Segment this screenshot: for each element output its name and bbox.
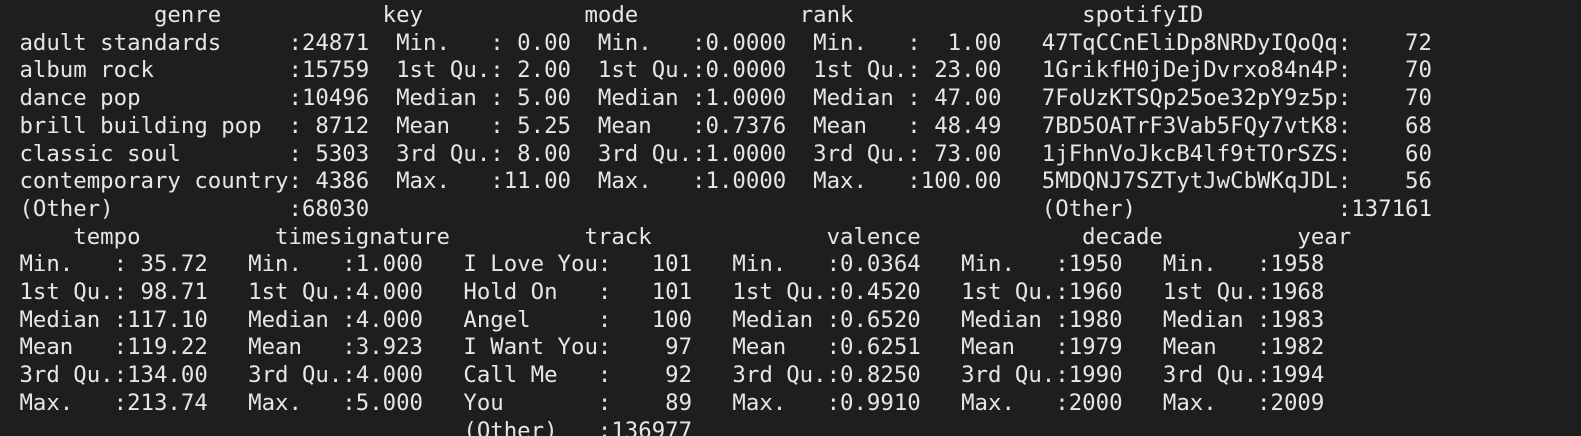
summary-row-median-2: Median :117.10 Median :4.000 Angel : 100… xyxy=(6,306,1352,333)
summary-header-line: genre key mode rank spotifyID xyxy=(6,2,1271,28)
summary-row-max: contemporary country: 4386 Max. :11.00 M… xyxy=(6,168,1459,195)
summary-row-3rd-qu: classic soul : 5303 3rd Qu.: 8.00 3rd Qu… xyxy=(6,140,1459,167)
summary-row-3rd-qu-2: 3rd Qu.:134.00 3rd Qu.:4.000 Call Me : 9… xyxy=(6,362,1352,389)
r-console-output[interactable]: genre key mode rank spotifyID adult stan… xyxy=(0,0,1581,436)
summary-row-mean-2: Mean :119.22 Mean :3.923 I Want You: 97 … xyxy=(6,334,1352,361)
summary-row-median: dance pop :10496 Median : 5.00 Median :1… xyxy=(6,85,1459,112)
summary-row-other: (Other) :68030 (Other) :137161 xyxy=(6,195,1459,222)
summary-row-max-2: Max. :213.74 Max. :5.000 You : 89 Max. :… xyxy=(6,389,1352,416)
summary-row-min: adult standards :24871 Min. : 0.00 Min. … xyxy=(6,29,1459,56)
summary-row-other-2: (Other) :136977 xyxy=(6,417,1352,436)
summary-row-mean: brill building pop : 8712 Mean : 5.25 Me… xyxy=(6,112,1459,139)
summary-row-1st-qu: album rock :15759 1st Qu.: 2.00 1st Qu.:… xyxy=(6,57,1459,84)
summary-row-min-2: Min. : 35.72 Min. :1.000 I Love You: 101… xyxy=(6,251,1352,278)
summary-row-1st-qu-2: 1st Qu.: 98.71 1st Qu.:4.000 Hold On : 1… xyxy=(6,279,1352,305)
summary-header-line-2: tempo timesignature track valence decade… xyxy=(6,223,1419,250)
